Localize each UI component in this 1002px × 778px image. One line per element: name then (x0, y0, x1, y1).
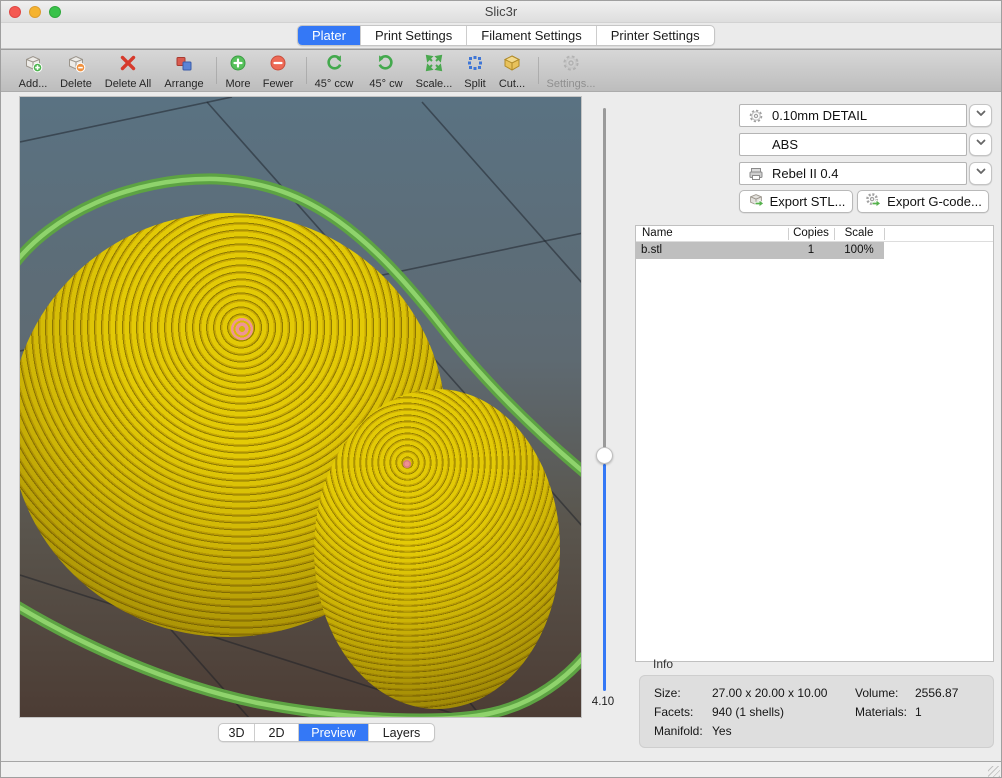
main-tabs: Plater Print Settings Filament Settings … (297, 25, 715, 46)
materials-label: Materials: (855, 705, 907, 719)
manifold-label: Manifold: (654, 724, 703, 738)
facets-label: Facets: (654, 705, 693, 719)
cut-button[interactable]: Cut... (483, 53, 541, 92)
column-header-scale[interactable]: Scale (834, 227, 884, 239)
column-header-copies[interactable]: Copies (788, 227, 834, 239)
view-tab-preview[interactable]: Preview (299, 724, 369, 741)
settings-button[interactable]: Settings... (542, 53, 600, 92)
printer-icon (748, 166, 764, 182)
view-tab-2d[interactable]: 2D (255, 724, 299, 741)
gear-icon (748, 108, 764, 124)
row-name-cell: b.stl (641, 242, 662, 259)
arrange-label: Arrange (164, 78, 203, 90)
object-table-header: Name Copies Scale (636, 226, 993, 242)
view-tab-3d[interactable]: 3D (219, 724, 255, 741)
column-header-name[interactable]: Name (642, 227, 673, 239)
main-tab-strip: Plater Print Settings Filament Settings … (1, 23, 1001, 49)
export-stl-label: Export STL... (770, 194, 846, 209)
slic3r-window: Slic3r Plater Print Settings Filament Se… (0, 0, 1002, 778)
rotate-ccw-label: 45° ccw (315, 78, 354, 90)
cut-cube-icon (483, 53, 541, 73)
layer-slider-track-upper[interactable] (603, 108, 606, 448)
printer-dropdown-button[interactable] (969, 162, 992, 185)
filament-combo[interactable]: ABS (739, 133, 967, 156)
fewer-button[interactable]: Fewer (249, 53, 307, 92)
arrange-button[interactable]: Arrange (155, 53, 213, 92)
layer-slider-value: 4.10 (584, 696, 622, 708)
delete-all-label: Delete All (105, 78, 151, 90)
layer-slider-thumb[interactable] (596, 447, 613, 464)
filament-dropdown-button[interactable] (969, 133, 992, 156)
tab-printer-settings[interactable]: Printer Settings (597, 26, 714, 45)
fewer-label: Fewer (263, 78, 294, 90)
layer-slider[interactable] (596, 108, 613, 691)
layer-slider-track-lower[interactable] (603, 464, 606, 691)
minus-circle-icon (249, 53, 307, 73)
tab-print-settings[interactable]: Print Settings (361, 26, 467, 45)
volume-value: 2556.87 (915, 686, 958, 700)
printer-combo[interactable]: Rebel II 0.4 (739, 162, 967, 185)
delete-label: Delete (60, 78, 92, 90)
print-settings-value: 0.10mm DETAIL (772, 108, 867, 123)
add-label: Add... (19, 78, 48, 90)
cut-label: Cut... (499, 78, 525, 90)
rotate-cw-label: 45° cw (369, 78, 402, 90)
preview-3d-canvas[interactable] (19, 96, 582, 718)
size-label: Size: (654, 686, 681, 700)
row-copies-cell: 1 (788, 242, 834, 259)
column-divider (834, 228, 835, 240)
settings-label: Settings... (547, 78, 596, 90)
tab-plater[interactable]: Plater (298, 26, 361, 45)
print-settings-dropdown-button[interactable] (969, 104, 992, 127)
filament-value: ABS (772, 137, 798, 152)
chevron-down-icon (974, 164, 988, 183)
resize-grip[interactable] (988, 766, 1000, 778)
arrange-cubes-icon (155, 53, 213, 73)
size-value: 27.00 x 20.00 x 10.00 (712, 686, 827, 700)
table-row[interactable]: b.stl 1 100% (636, 242, 993, 259)
printer-value: Rebel II 0.4 (772, 166, 839, 181)
manifold-value: Yes (712, 724, 732, 738)
window-title: Slic3r (1, 4, 1001, 19)
object-list-table[interactable]: Name Copies Scale b.stl 1 100% (635, 225, 994, 662)
export-gcode-label: Export G-code... (887, 194, 982, 209)
export-stl-button[interactable]: Export STL... (739, 190, 853, 213)
info-panel-title: Info (653, 657, 673, 671)
row-scale-cell: 100% (834, 242, 884, 259)
materials-value: 1 (915, 705, 922, 719)
rotate-ccw-icon (305, 53, 363, 73)
export-gcode-button[interactable]: Export G-code... (857, 190, 989, 213)
delete-all-button[interactable]: Delete All (99, 53, 157, 92)
volume-label: Volume: (855, 686, 898, 700)
export-gcode-icon (864, 191, 882, 212)
red-x-icon (99, 53, 157, 73)
facets-value: 940 (1 shells) (712, 705, 784, 719)
more-label: More (225, 78, 250, 90)
print-settings-combo[interactable]: 0.10mm DETAIL (739, 104, 967, 127)
column-divider (884, 228, 885, 240)
chevron-down-icon (974, 135, 988, 154)
status-bar (1, 761, 1001, 778)
rotate-ccw-button[interactable]: 45° ccw (305, 53, 363, 92)
export-stl-icon (747, 191, 765, 212)
toolbar-separator (538, 57, 539, 84)
toolbar: Add... Delete Delete All Arrange More Fe… (1, 49, 1001, 92)
delete-button[interactable]: Delete (47, 53, 105, 92)
column-divider (788, 228, 789, 240)
skirt-loop-front (20, 97, 582, 718)
tab-filament-settings[interactable]: Filament Settings (467, 26, 596, 45)
gear-icon (542, 53, 600, 73)
box-minus-icon (47, 53, 105, 73)
chevron-down-icon (974, 106, 988, 125)
info-panel: Size: 27.00 x 20.00 x 10.00 Volume: 2556… (639, 675, 994, 748)
view-mode-tabs: 3D 2D Preview Layers (218, 723, 435, 742)
view-tab-layers[interactable]: Layers (369, 724, 434, 741)
title-bar: Slic3r (1, 1, 1001, 23)
